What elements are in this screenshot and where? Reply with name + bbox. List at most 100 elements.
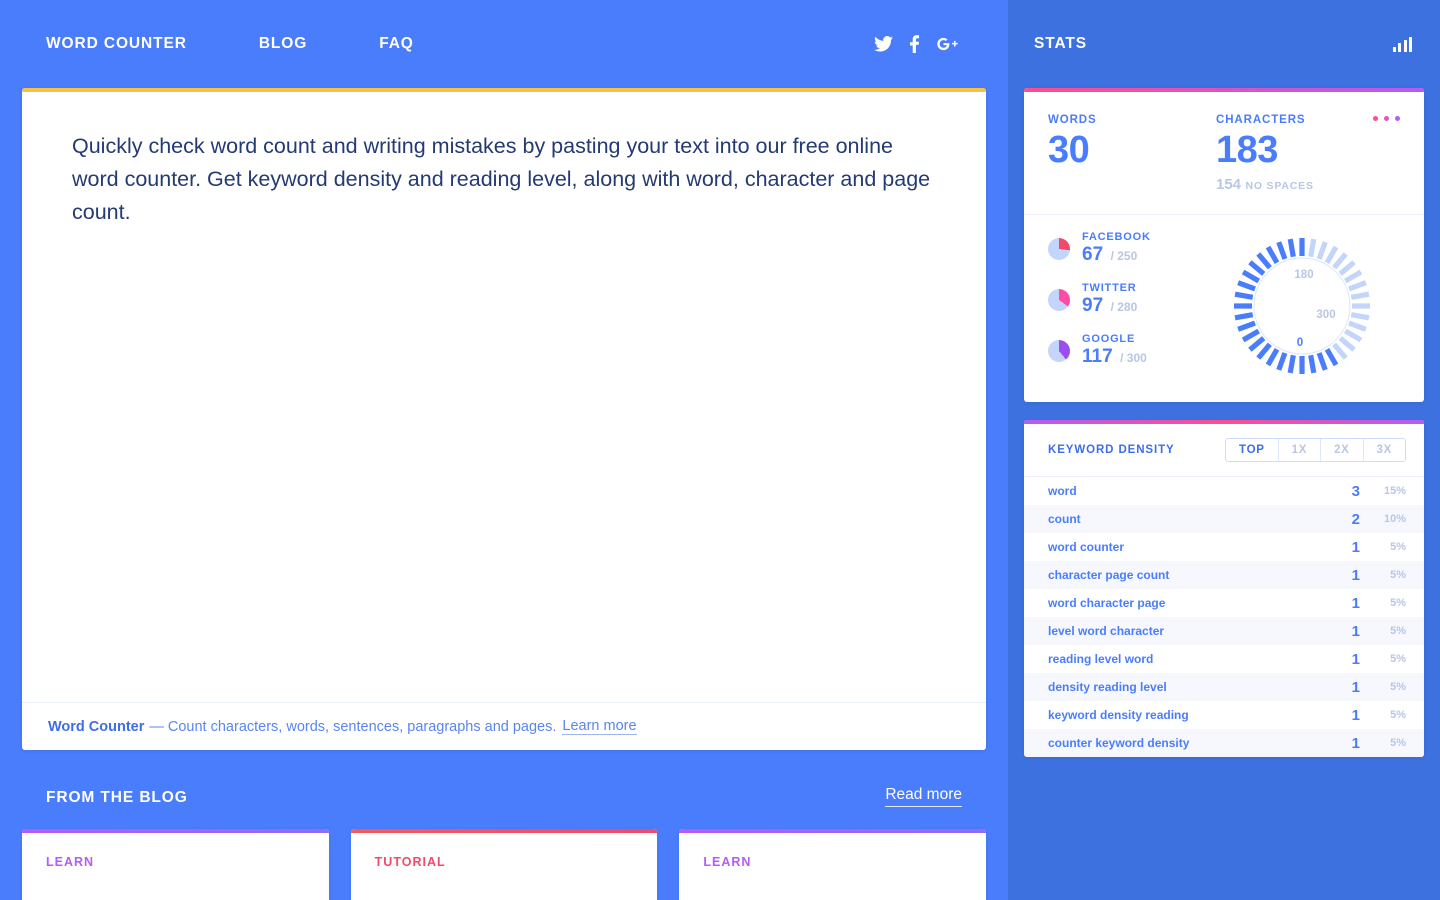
keyword-percent: 15% (1383, 485, 1406, 497)
google-pie-icon (1048, 339, 1070, 362)
blog-card-body: LEARN (22, 833, 329, 869)
keyword-count: 1 (1351, 734, 1360, 752)
svg-text:0: 0 (1297, 337, 1303, 349)
segment-2x[interactable]: 2X (1321, 439, 1364, 461)
keyword-percent: 5% (1390, 681, 1406, 693)
words-value: 30 (1048, 129, 1090, 171)
google-plus-icon[interactable] (936, 36, 960, 52)
keyword-count: 1 (1351, 650, 1360, 668)
twitter-pie-icon (1048, 288, 1070, 311)
keyword-percent: 5% (1390, 653, 1406, 665)
keyword-row[interactable]: count 2 10% (1024, 505, 1424, 533)
keyword-term: reading level word (1048, 652, 1154, 666)
learn-more-link[interactable]: Learn more (562, 718, 637, 735)
keyword-count: 1 (1351, 566, 1360, 584)
keyword-row[interactable]: reading level word 1 5% (1024, 645, 1424, 673)
keyword-term: level word character (1048, 624, 1165, 638)
words-count-block: WORDS 30 (1048, 114, 1216, 194)
keyword-term: counter keyword density (1048, 736, 1190, 750)
keyword-density-header: KEYWORD DENSITY TOP 1X 2X 3X (1024, 424, 1424, 477)
keyword-percent: 10% (1383, 513, 1406, 525)
segment-3x[interactable]: 3X (1363, 439, 1405, 461)
keyword-term: word counter (1048, 540, 1125, 554)
facebook-pie-icon (1048, 237, 1070, 260)
social-count-twitter: TWITTER 97 / 280 (1048, 282, 1198, 317)
keyword-density-segmented-control: TOP 1X 2X 3X (1225, 438, 1406, 462)
keyword-density-title: KEYWORD DENSITY (1048, 444, 1175, 456)
facebook-value-row: 67 / 250 (1082, 244, 1151, 266)
keyword-term: keyword density reading (1048, 708, 1189, 722)
segment-top[interactable]: TOP (1226, 439, 1279, 461)
more-options-icon[interactable] (1373, 116, 1400, 121)
characters-label: CHARACTERS (1216, 114, 1306, 126)
keyword-density-rows: word 3 15% count 2 10% word counter 1 5% characte… (1024, 477, 1424, 757)
keyword-row[interactable]: keyword density reading 1 5% (1024, 701, 1424, 729)
keyword-term: word (1048, 484, 1077, 498)
footer-brand: Word Counter (48, 718, 145, 735)
facebook-limit: / 250 (1110, 249, 1138, 263)
keyword-term: character page count (1048, 568, 1170, 582)
no-spaces-label: NO SPACES (1245, 180, 1314, 192)
keyword-row[interactable]: density reading level 1 5% (1024, 673, 1424, 701)
keyword-density-panel: KEYWORD DENSITY TOP 1X 2X 3X word 3 15% cou… (1024, 420, 1424, 757)
keyword-percent: 5% (1390, 541, 1406, 553)
editor-body[interactable]: Quickly check word count and writing mis… (22, 92, 986, 702)
words-label: WORDS (1048, 114, 1097, 126)
svg-text:300: 300 (1316, 309, 1335, 321)
blog-card[interactable]: LEARN (679, 829, 987, 900)
segment-1x[interactable]: 1X (1278, 439, 1322, 461)
bar-chart-icon[interactable] (1392, 36, 1412, 52)
keyword-count: 1 (1351, 594, 1360, 612)
facebook-label: FACEBOOK (1082, 231, 1151, 243)
gauge-container: 180 300 0 (1198, 227, 1406, 384)
blog-card[interactable]: TUTORIAL (350, 829, 658, 900)
nav-item-faq[interactable]: FAQ (379, 35, 414, 53)
google-limit: / 300 (1120, 351, 1147, 365)
keyword-percent: 5% (1390, 569, 1406, 581)
editor-footer: Word Counter — Count characters, words, … (22, 702, 986, 750)
stats-title: STATS (1034, 35, 1088, 52)
nav-item-blog[interactable]: BLOG (259, 35, 307, 53)
nav-item-brand[interactable]: WORD COUNTER (46, 35, 187, 53)
twitter-value-row: 97 / 280 (1082, 295, 1137, 317)
keyword-percent: 5% (1390, 597, 1406, 609)
blog-card-list: LEARN TUTORIAL LEARN (0, 807, 1008, 900)
blog-card-body: LEARN (679, 833, 986, 869)
nav-links: WORD COUNTER BLOG FAQ (46, 35, 478, 53)
social-count-list: FACEBOOK 67 / 250 TWITTER 97 / 280 GOOGL… (1048, 227, 1198, 384)
keyword-row[interactable]: word 3 15% (1024, 477, 1424, 505)
keyword-row[interactable]: counter keyword density 1 5% (1024, 729, 1424, 757)
keyword-row[interactable]: word counter 1 5% (1024, 533, 1424, 561)
keyword-count: 1 (1351, 538, 1360, 556)
social-gauge-row: FACEBOOK 67 / 250 TWITTER 97 / 280 GOOGL… (1024, 215, 1424, 402)
twitter-icon[interactable] (874, 36, 893, 52)
blog-read-more-link[interactable]: Read more (885, 786, 962, 807)
blog-card-tag: LEARN (703, 855, 752, 869)
blog-card[interactable]: LEARN (22, 829, 329, 900)
stats-header: STATS (1008, 0, 1440, 88)
twitter-value: 97 (1082, 295, 1104, 316)
keyword-percent: 5% (1390, 737, 1406, 749)
keyword-term: count (1048, 512, 1081, 526)
keyword-term: density reading level (1048, 680, 1167, 694)
facebook-icon[interactable] (909, 35, 920, 53)
editor-textarea[interactable]: Quickly check word count and writing mis… (72, 130, 932, 229)
radial-gauge: 180 300 0 (1234, 237, 1370, 374)
keyword-count: 1 (1351, 622, 1360, 640)
social-count-google: GOOGLE 117 / 300 (1048, 333, 1198, 368)
counts-row: WORDS 30 CHARACTERS 183 154 NO SPACES (1024, 92, 1424, 215)
app-root: WORD COUNTER BLOG FAQ Quickly check word… (0, 0, 1440, 900)
keyword-count: 2 (1351, 510, 1360, 528)
keyword-row[interactable]: character page count 1 5% (1024, 561, 1424, 589)
blog-card-tag: LEARN (46, 855, 95, 869)
keyword-count: 3 (1351, 482, 1360, 500)
stats-panel: STATS WORDS 30 CHARACTERS 183 154 NO SPA… (1008, 0, 1440, 900)
footer-description: Count characters, words, sentences, para… (167, 718, 557, 735)
no-spaces-value: 154 (1216, 176, 1242, 193)
keyword-row[interactable]: level word character 1 5% (1024, 617, 1424, 645)
counts-panel: WORDS 30 CHARACTERS 183 154 NO SPACES FA… (1024, 88, 1424, 402)
svg-text:180: 180 (1294, 269, 1313, 281)
keyword-term: word character page (1048, 596, 1166, 610)
keyword-row[interactable]: word character page 1 5% (1024, 589, 1424, 617)
keyword-percent: 5% (1390, 709, 1406, 721)
